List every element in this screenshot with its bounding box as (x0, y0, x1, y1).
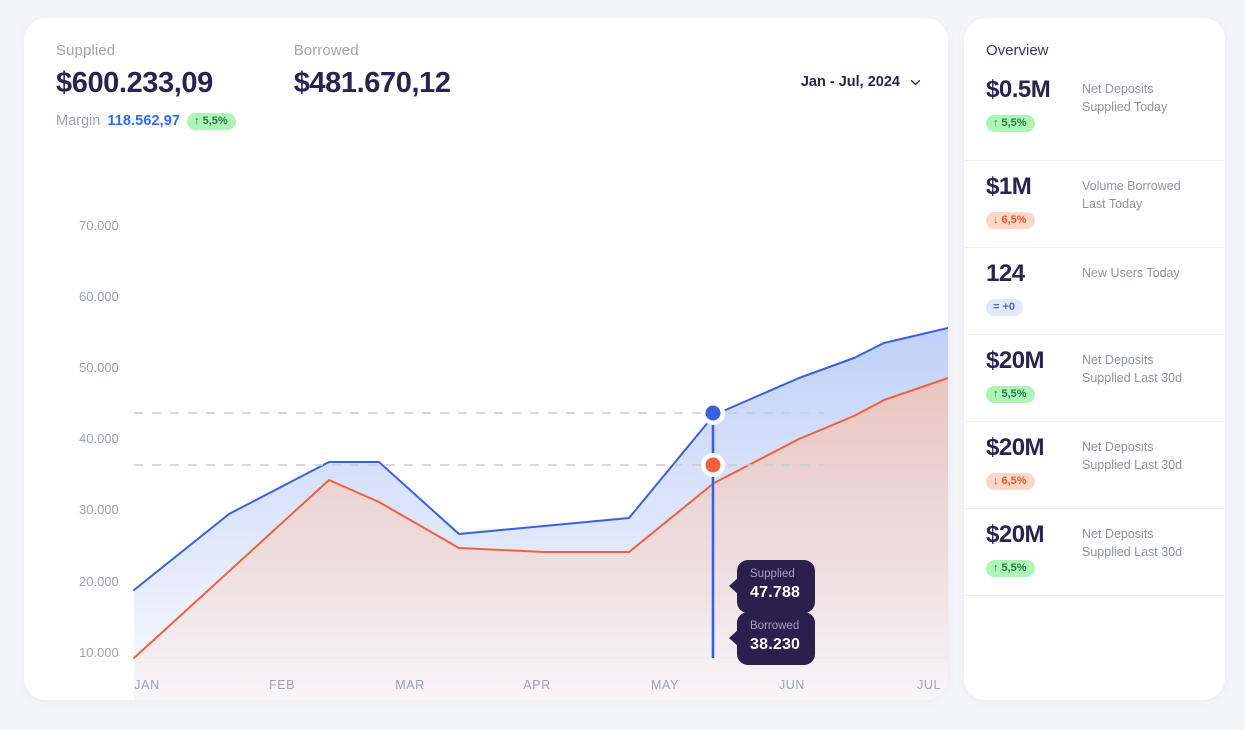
overview-item[interactable]: $20M ↑ 5,5% Net Deposits Supplied Last 30d (964, 508, 1225, 595)
tooltip-supplied-label: Supplied (750, 568, 795, 580)
arrow-down-icon: ↓ (993, 213, 999, 226)
overview-item-badge: ↑ 5,5% (986, 559, 1035, 577)
overview-item-badge-text: 5,5% (1001, 116, 1027, 129)
overview-item[interactable]: 124 = +0 New Users Today (964, 247, 1225, 334)
y-tick: 50.000 (79, 360, 119, 375)
overview-item-badge-text: 6,5% (1001, 474, 1027, 487)
date-range-label: Jan - Jul, 2024 (800, 74, 900, 90)
overview-item-badge-text: 5,5% (1001, 561, 1027, 574)
y-tick: 60.000 (79, 289, 119, 304)
y-axis-labels: 70.000 60.000 50.000 40.000 30.000 20.00… (79, 218, 119, 660)
overview-empty-space (964, 595, 1225, 700)
supplied-value: $600.233,09 (56, 67, 213, 99)
supplied-marker[interactable] (701, 401, 725, 425)
overview-item[interactable]: $1M ↓ 6,5% Volume Borrowed Last Today (964, 160, 1225, 247)
x-tick: JUN (779, 678, 805, 692)
overview-item-metric: $20M ↑ 5,5% (986, 347, 1082, 403)
tooltip-supplied-value: 47.788 (750, 583, 801, 601)
overview-item[interactable]: $0.5M ↑ 5,5% Net Deposits Supplied Today (964, 73, 1225, 160)
x-tick: FEB (269, 678, 295, 692)
dashboard-page: Supplied $600.233,09 Margin 118.562,97 ↑… (0, 0, 1245, 730)
x-tick: JUL (917, 678, 941, 692)
overview-item-description: Net Deposits Supplied Last 30d (1082, 353, 1183, 385)
overview-item-badge: ↓ 6,5% (986, 472, 1035, 490)
tooltip-borrowed-value: 38.230 (750, 635, 801, 653)
margin-value: 118.562,97 (107, 113, 181, 130)
x-tick: APR (523, 678, 551, 692)
overview-item-amount: 124 (986, 260, 1025, 287)
overview-item-badge-text: 5,5% (1001, 387, 1027, 400)
overview-item[interactable]: $20M ↓ 6,5% Net Deposits Supplied Last 30d (964, 421, 1225, 508)
area-chart: 70.000 60.000 50.000 40.000 30.000 20.00… (24, 188, 948, 700)
overview-item-badge: = +0 (986, 298, 1023, 316)
chart-card: Supplied $600.233,09 Margin 118.562,97 ↑… (24, 18, 948, 700)
x-tick: MAY (651, 678, 679, 692)
overview-item-description: Volume Borrowed Last Today (1082, 179, 1181, 211)
overview-item-metric: $1M ↓ 6,5% (986, 173, 1082, 229)
arrow-up-icon: ↑ (993, 116, 999, 129)
x-tick: JAN (134, 678, 159, 692)
y-tick: 30.000 (79, 502, 119, 517)
arrow-up-icon: ↑ (993, 387, 999, 400)
supplied-stat: Supplied $600.233,09 Margin 118.562,97 ↑… (56, 42, 236, 130)
overview-item-badge: ↑ 5,5% (986, 385, 1035, 403)
overview-item-metric: $20M ↓ 6,5% (986, 434, 1082, 490)
overview-item-amount: $20M (986, 347, 1045, 374)
overview-item-description: New Users Today (1082, 266, 1180, 280)
overview-item-amount: $1M (986, 173, 1032, 200)
y-tick: 40.000 (79, 431, 119, 446)
borrowed-marker[interactable] (701, 453, 725, 477)
overview-item[interactable]: $20M ↑ 5,5% Net Deposits Supplied Last 30d (964, 334, 1225, 421)
tooltip-borrowed: Borrowed 38.230 (737, 612, 815, 665)
overview-item-metric: 124 = +0 (986, 260, 1082, 316)
borrowed-label: Borrowed (293, 42, 359, 59)
tooltip-borrowed-label: Borrowed (750, 620, 800, 632)
overview-item-amount: $20M (986, 434, 1045, 461)
margin-label: Margin (56, 113, 101, 130)
borrowed-value: $481.670,12 (293, 67, 451, 99)
y-tick: 70.000 (79, 218, 119, 233)
arrow-up-icon: ↑ (194, 114, 200, 127)
summary-stats-row: Supplied $600.233,09 Margin 118.562,97 ↑… (56, 42, 922, 130)
chevron-down-icon (910, 79, 921, 85)
overview-item-badge-text: 6,5% (1001, 213, 1027, 226)
margin-badge: ↑ 5,5% (187, 112, 236, 130)
tooltip-supplied: Supplied 47.788 (737, 560, 815, 613)
overview-item-badge-text: +0 (1002, 300, 1015, 313)
y-tick: 20.000 (79, 574, 119, 589)
overview-item-metric: $20M ↑ 5,5% (986, 521, 1082, 577)
x-tick: MAR (395, 678, 425, 692)
overview-title: Overview (986, 42, 1049, 59)
margin-row: Margin 118.562,97 ↑ 5,5% (56, 112, 236, 130)
overview-item-badge: ↓ 6,5% (986, 211, 1035, 229)
arrow-down-icon: ↓ (993, 474, 999, 487)
overview-item-amount: $0.5M (986, 76, 1051, 103)
overview-item-description: Net Deposits Supplied Last 30d (1082, 440, 1183, 472)
overview-panel: Overview $0.5M ↑ 5,5% Net Deposits Supplied… (964, 18, 1225, 700)
borrowed-stat: Borrowed $481.670,12 (294, 42, 451, 100)
date-range-selector[interactable]: Jan - Jul, 2024 (801, 42, 922, 90)
overview-list: $0.5M ↑ 5,5% Net Deposits Supplied Today $1M… (964, 73, 1225, 595)
supplied-label: Supplied (56, 42, 116, 59)
overview-item-metric: $0.5M ↑ 5,5% (986, 76, 1082, 132)
y-tick: 10.000 (79, 645, 119, 660)
margin-badge-text: 5,5% (202, 114, 228, 127)
equals-icon: = (993, 300, 1000, 313)
overview-item-badge: ↑ 5,5% (986, 114, 1035, 132)
overview-item-description: Net Deposits Supplied Today (1082, 82, 1168, 114)
overview-item-description: Net Deposits Supplied Last 30d (1082, 527, 1183, 559)
overview-item-amount: $20M (986, 521, 1045, 548)
arrow-up-icon: ↑ (993, 561, 999, 574)
